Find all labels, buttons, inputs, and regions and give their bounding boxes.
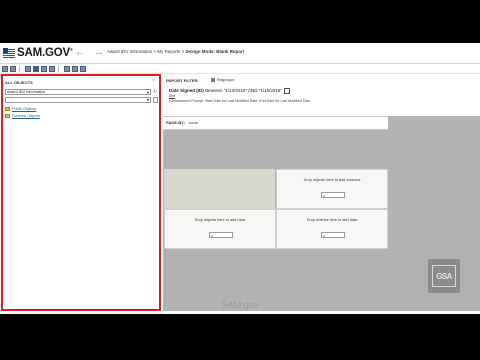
- back-arrow-icon[interactable]: ←: [75, 47, 85, 58]
- forward-arrow-icon[interactable]: →: [94, 47, 104, 58]
- toolbar-divider: [58, 65, 59, 72]
- page-by-section: PAGE-BY: none: [163, 116, 388, 130]
- nav-arrows: ← →: [75, 47, 110, 58]
- calendar-icon[interactable]: [284, 88, 291, 94]
- toolbar: [0, 64, 480, 74]
- redo-icon[interactable]: [10, 65, 16, 72]
- rows-field[interactable]: ⌕: [209, 232, 233, 238]
- chevron-down-icon: ▾: [146, 90, 149, 95]
- columns-drop-label: Drop objects here to add columns: [303, 178, 361, 182]
- folder-icon: [5, 114, 10, 118]
- design-view-icon[interactable]: [33, 65, 39, 72]
- sam-logo[interactable]: SAM.GOV®: [3, 46, 73, 60]
- search-icon: ⌕: [211, 233, 214, 238]
- save-icon[interactable]: [64, 65, 70, 72]
- close-icon[interactable]: ×: [152, 78, 155, 84]
- gsa-logo: GSA: [432, 265, 456, 287]
- filter-condition[interactable]: Date Signed (ID) Between "1/13/2018" AND…: [169, 88, 291, 94]
- folder-schema-objects[interactable]: Schema Objects: [5, 114, 40, 118]
- page-by-value[interactable]: none: [189, 120, 198, 125]
- chevron-down-icon: ▾: [146, 97, 149, 102]
- panel-title: ALL OBJECTS: [5, 80, 33, 85]
- search-input[interactable]: ▾: [5, 97, 151, 103]
- search-icon: ⌕: [323, 193, 326, 198]
- regroup-button[interactable]: Regroups: [211, 77, 234, 82]
- refresh-icon[interactable]: ↻: [153, 89, 158, 95]
- regroup-icon: [211, 77, 215, 82]
- folder-public-objects[interactable]: Public Objects: [5, 107, 36, 111]
- options-icon[interactable]: [80, 65, 86, 72]
- video-caption: SAM.gov: [221, 300, 259, 310]
- source-select[interactable]: Award IDV Information ▾: [5, 89, 151, 95]
- rows-drop-zone[interactable]: Drop objects here to add rows ⌕: [164, 209, 276, 249]
- columns-field[interactable]: ⌕: [321, 192, 345, 198]
- search-icon: ⌕: [323, 233, 326, 238]
- data-drop-label: Drop metrics here to add data: [306, 218, 358, 222]
- video-frame: SAM.GOV® ← → Award IDV Information > My …: [0, 0, 480, 360]
- and-operator[interactable]: And: [169, 94, 175, 98]
- design-mode-label: Design Mode: Blank Report: [185, 49, 245, 54]
- data-drop-zone[interactable]: Drop metrics here to add data ⌕: [276, 209, 388, 249]
- filter-note: (Unanswered Prompt: Start Date for Last …: [169, 99, 311, 103]
- rows-drop-label: Drop objects here to add rows: [194, 218, 246, 222]
- gsa-badge: GSA: [428, 259, 460, 293]
- grid-graph-icon[interactable]: [49, 65, 55, 72]
- page-by-label: PAGE-BY:: [166, 120, 185, 125]
- report-filter-label: REPORT FILTER:: [166, 78, 199, 83]
- breadcrumb: Award IDV Information > My Reports > Des…: [107, 49, 244, 54]
- grid-corner: [164, 169, 275, 209]
- flag-icon: [3, 47, 15, 59]
- grid-view-icon[interactable]: [25, 65, 31, 72]
- folder-icon: [5, 107, 10, 111]
- report-filter-section: REPORT FILTER: Regroups Date Signed (ID)…: [163, 74, 480, 116]
- logo-text: SAM.GOV®: [17, 47, 73, 59]
- export-icon[interactable]: [72, 65, 78, 72]
- graph-view-icon[interactable]: [41, 65, 47, 72]
- app-header: SAM.GOV® ← → Award IDV Information > My …: [0, 43, 480, 64]
- app-window: SAM.GOV® ← → Award IDV Information > My …: [0, 43, 480, 314]
- breadcrumb-path[interactable]: Award IDV Information > My Reports >: [107, 49, 184, 54]
- toolbar-divider: [19, 65, 20, 72]
- undo-icon[interactable]: [2, 65, 8, 72]
- search-button[interactable]: [153, 97, 158, 103]
- columns-drop-zone[interactable]: Drop objects here to add columns ⌕: [276, 169, 388, 209]
- all-objects-panel: ALL OBJECTS × Award IDV Information ▾ ↻ …: [1, 74, 161, 311]
- data-field[interactable]: ⌕: [321, 232, 345, 238]
